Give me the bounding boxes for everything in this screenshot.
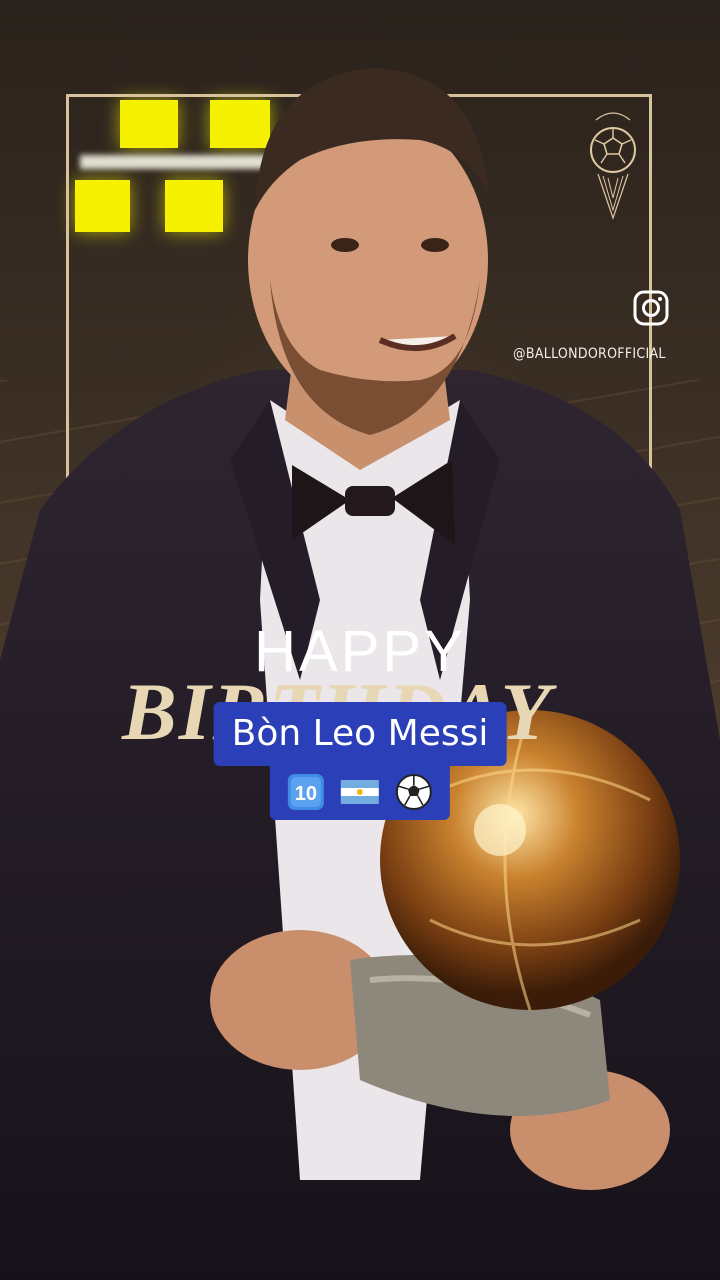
argentina-flag-icon — [341, 780, 379, 804]
caption-line-2: 10 — [269, 760, 451, 820]
keycap-ten-icon: 10 — [287, 774, 324, 810]
svg-text:10: 10 — [295, 783, 317, 805]
caption-line-1: Bòn Leo Messi — [213, 702, 507, 766]
soccer-ball-icon — [396, 774, 433, 810]
